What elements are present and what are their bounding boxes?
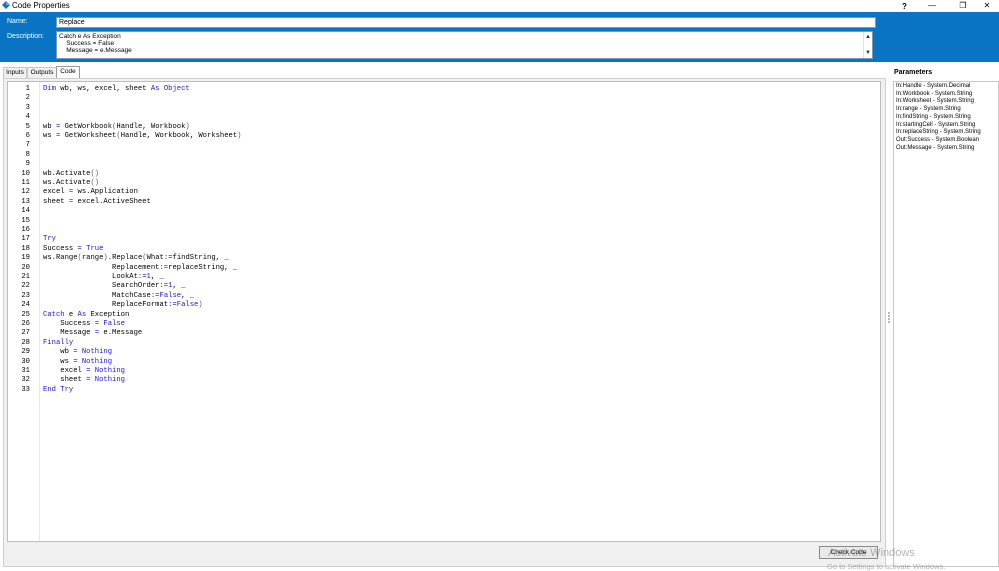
- tab-outputs[interactable]: Outputs: [27, 67, 57, 78]
- tab-code[interactable]: Code: [56, 66, 80, 78]
- name-label: Name:: [7, 18, 28, 25]
- parameter-item[interactable]: In:Workbook - System.String: [896, 91, 972, 99]
- code-line: excel = ws.Application: [43, 188, 138, 197]
- description-scrollbar[interactable]: ▲ ▼: [863, 32, 872, 58]
- line-number: 6: [25, 132, 30, 140]
- parameter-item[interactable]: In:Handle - System.Decimal: [896, 83, 970, 91]
- line-number: 17: [21, 235, 30, 244]
- code-line: LookAt:=1, _: [43, 273, 164, 281]
- tab-inputs[interactable]: Inputs: [3, 67, 27, 78]
- code-line: sheet = Nothing: [43, 376, 125, 385]
- parameter-item[interactable]: In:Worksheet - System.String: [896, 98, 974, 106]
- scroll-up-icon[interactable]: ▲: [865, 34, 871, 40]
- line-number: 24: [21, 301, 30, 310]
- description-line: _: [59, 52, 63, 59]
- code-line: sheet = excel.ActiveSheet: [43, 197, 151, 206]
- code-editor[interactable]: 1 Dim wb, ws, excel, sheet As Object 2 3 4 5 w…: [7, 81, 881, 542]
- line-number: 25: [21, 310, 30, 319]
- line-number: 13: [21, 197, 30, 206]
- line-number: 29: [21, 348, 30, 357]
- code-line: MatchCase:=False, _: [43, 291, 195, 300]
- line-number: 30: [21, 357, 30, 366]
- line-number: 22: [21, 282, 30, 291]
- splitter-handle[interactable]: [888, 312, 890, 326]
- line-number: 1: [25, 85, 30, 93]
- parameters-list[interactable]: In:Handle - System.Decimal In:Workbook - …: [893, 81, 999, 567]
- code-line: Try: [43, 235, 56, 244]
- line-number: 10: [21, 169, 30, 178]
- description-line: Message = e.Message: [59, 47, 132, 54]
- line-number: 9: [25, 160, 30, 169]
- code-line: ws.Range(range).Replace(What:=findString…: [43, 254, 229, 263]
- line-number: 12: [21, 188, 30, 197]
- code-line: Success = True: [43, 244, 104, 253]
- line-number: 23: [21, 291, 30, 300]
- name-field[interactable]: Replace: [56, 17, 876, 28]
- line-number: 31: [21, 367, 30, 375]
- app-icon: [2, 1, 10, 9]
- code-line: excel = Nothing: [43, 367, 125, 375]
- line-number: 3: [25, 103, 30, 112]
- title-bar: Code Properties ? — ❐ ✕: [0, 0, 999, 11]
- code-line: ws = Nothing: [43, 357, 113, 366]
- parameter-item[interactable]: Out:Success - System.Boolean: [896, 137, 979, 145]
- line-number: 26: [21, 320, 30, 328]
- line-number: 16: [21, 226, 30, 234]
- code-line: Replacement:=replaceString, _: [43, 263, 238, 272]
- line-number: 11: [21, 179, 30, 187]
- help-button[interactable]: ?: [902, 2, 907, 11]
- line-number: 4: [25, 113, 30, 122]
- code-line: Dim wb, ws, excel, sheet As Object: [43, 85, 190, 93]
- line-number: 20: [21, 263, 30, 272]
- description-line: Catch e As Exception: [59, 33, 121, 40]
- scroll-down-icon[interactable]: ▼: [865, 50, 871, 56]
- line-number: 33: [21, 385, 30, 394]
- parameter-item[interactable]: In:range - System.String: [896, 106, 961, 114]
- code-line: End Try: [43, 385, 74, 394]
- line-number: 7: [25, 141, 30, 150]
- line-number: 27: [21, 329, 30, 338]
- parameter-item[interactable]: Out:Message - System.String: [896, 145, 974, 153]
- code-line: wb = GetWorkbook(Handle, Workbook): [43, 122, 190, 131]
- description-label: Description:: [7, 33, 44, 40]
- code-line: wb = Nothing: [43, 348, 113, 357]
- activate-windows-watermark: Activate Windows: [828, 547, 915, 559]
- line-number: 28: [21, 338, 30, 347]
- line-number: 18: [21, 244, 30, 253]
- minimize-button[interactable]: —: [921, 0, 943, 11]
- parameter-item[interactable]: In:startingCell - System.String: [896, 122, 975, 130]
- code-line: ReplaceFormat:=False): [43, 301, 203, 310]
- code-line: SearchOrder:=1, _: [43, 282, 186, 291]
- close-button[interactable]: ✕: [976, 0, 998, 11]
- description-line: Success = False: [59, 40, 115, 47]
- code-line: ws = GetWorksheet(Handle, Workbook, Work…: [43, 132, 242, 140]
- line-number: 5: [25, 122, 30, 131]
- window-title: Code Properties: [12, 1, 70, 10]
- line-number: 14: [21, 207, 30, 216]
- code-line: ws.Activate(): [43, 179, 100, 187]
- line-number: 19: [21, 254, 30, 263]
- line-number: 21: [21, 273, 30, 281]
- line-number: 8: [25, 150, 30, 159]
- description-field[interactable]: Catch e As Exception Success = False Mes…: [56, 31, 873, 59]
- parameters-title: Parameters: [894, 69, 933, 76]
- line-number: 2: [25, 94, 30, 103]
- code-line: Finally: [43, 338, 74, 347]
- restore-button[interactable]: ❐: [952, 0, 974, 11]
- parameter-item[interactable]: In:findString - System.String: [896, 114, 971, 122]
- code-line: Message = e.Message: [43, 329, 143, 338]
- line-number: 32: [21, 376, 30, 385]
- code-line: Catch e As Exception: [43, 310, 130, 319]
- code-line: wb.Activate(): [43, 169, 100, 178]
- code-line: Success = False: [43, 320, 125, 328]
- parameter-item[interactable]: In:replaceString - System.String: [896, 129, 981, 137]
- line-number: 15: [21, 216, 30, 225]
